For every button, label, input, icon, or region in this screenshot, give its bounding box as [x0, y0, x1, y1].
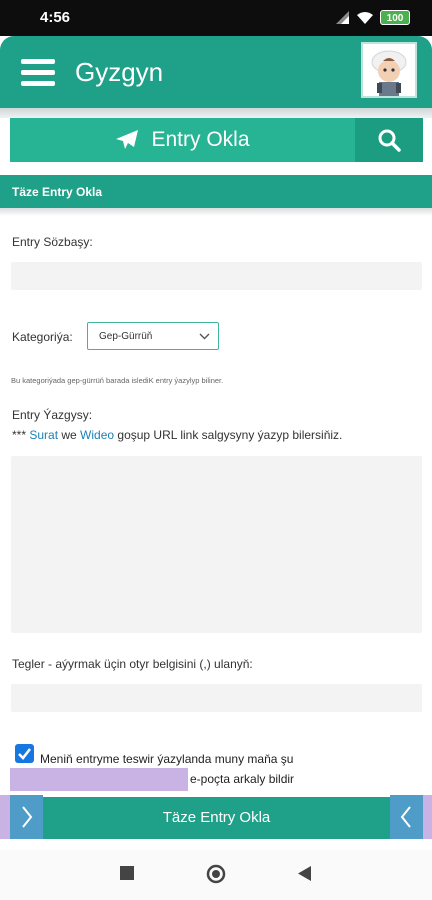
email-value-redacted	[10, 768, 188, 791]
overlay-right-edge	[422, 795, 432, 839]
chevron-right-icon	[22, 806, 33, 828]
body-hint-prefix: ***	[12, 428, 30, 442]
tags-input[interactable]	[11, 684, 422, 712]
chevron-left-icon	[400, 806, 411, 828]
home-icon[interactable]	[206, 864, 226, 884]
status-bar: 4:56 100	[0, 0, 432, 36]
chevron-down-icon	[199, 333, 210, 340]
wideo-link[interactable]: Wideo	[80, 428, 114, 442]
signal-icon	[336, 11, 349, 24]
app-header: Gyzgyn	[0, 36, 432, 108]
wifi-icon	[357, 11, 373, 24]
category-hint: Bu kategoriýada gep-gürrüň barada isledi…	[11, 376, 224, 385]
avatar[interactable]	[361, 42, 417, 98]
back-icon[interactable]	[298, 866, 312, 881]
notify-checkbox[interactable]	[15, 744, 34, 763]
app-title: Gyzgyn	[75, 57, 164, 87]
entry-okla-label: Entry Okla	[151, 128, 250, 151]
next-arrow-button[interactable]	[10, 795, 43, 839]
header-shadow	[0, 108, 432, 118]
notify-text-2: e-poçta arkaly bildir	[190, 772, 295, 786]
title-label: Entry Sözbaşy:	[12, 235, 93, 249]
category-selected: Gep-Gürrüň	[99, 331, 153, 342]
checkmark-icon	[18, 748, 32, 760]
surat-link[interactable]: Surat	[29, 428, 58, 442]
menu-icon[interactable]	[21, 59, 55, 87]
notify-text: Meniň entryme teswir ýazylanda muny maňa…	[40, 752, 294, 766]
body-hint-suffix: goşup URL link salgysyny ýazyp bilersiňi…	[114, 428, 343, 442]
section-title: Täze Entry Okla	[0, 175, 432, 208]
post-bar: Entry Okla	[10, 118, 423, 162]
title-input[interactable]	[11, 262, 422, 290]
body-textarea[interactable]	[11, 456, 422, 633]
submit-bar: Täze Entry Okla	[10, 797, 423, 839]
tags-label: Tegler - aýyrmak üçin otyr belgisini (,)…	[12, 657, 253, 671]
status-icons: 100	[336, 10, 410, 25]
search-button[interactable]	[355, 118, 423, 162]
system-nav-bar	[0, 850, 432, 900]
submit-button[interactable]: Täze Entry Okla	[10, 797, 423, 839]
body-hint-mid: we	[58, 428, 81, 442]
body-label: Entry Ýazgysy:	[12, 408, 93, 422]
paper-plane-icon	[116, 130, 139, 149]
entry-okla-button[interactable]: Entry Okla	[10, 118, 355, 162]
category-select[interactable]: Gep-Gürrüň	[87, 322, 219, 350]
body-hint: *** Surat we Wideo goşup URL link salgys…	[12, 428, 342, 442]
section-shadow	[0, 208, 432, 216]
search-icon	[378, 129, 401, 152]
status-time: 4:56	[40, 9, 71, 26]
overlay-left-edge	[0, 795, 10, 839]
battery-icon: 100	[380, 10, 410, 25]
prev-arrow-button[interactable]	[390, 795, 423, 839]
recents-icon[interactable]	[120, 866, 134, 880]
category-label: Kategoriýa:	[12, 330, 73, 344]
